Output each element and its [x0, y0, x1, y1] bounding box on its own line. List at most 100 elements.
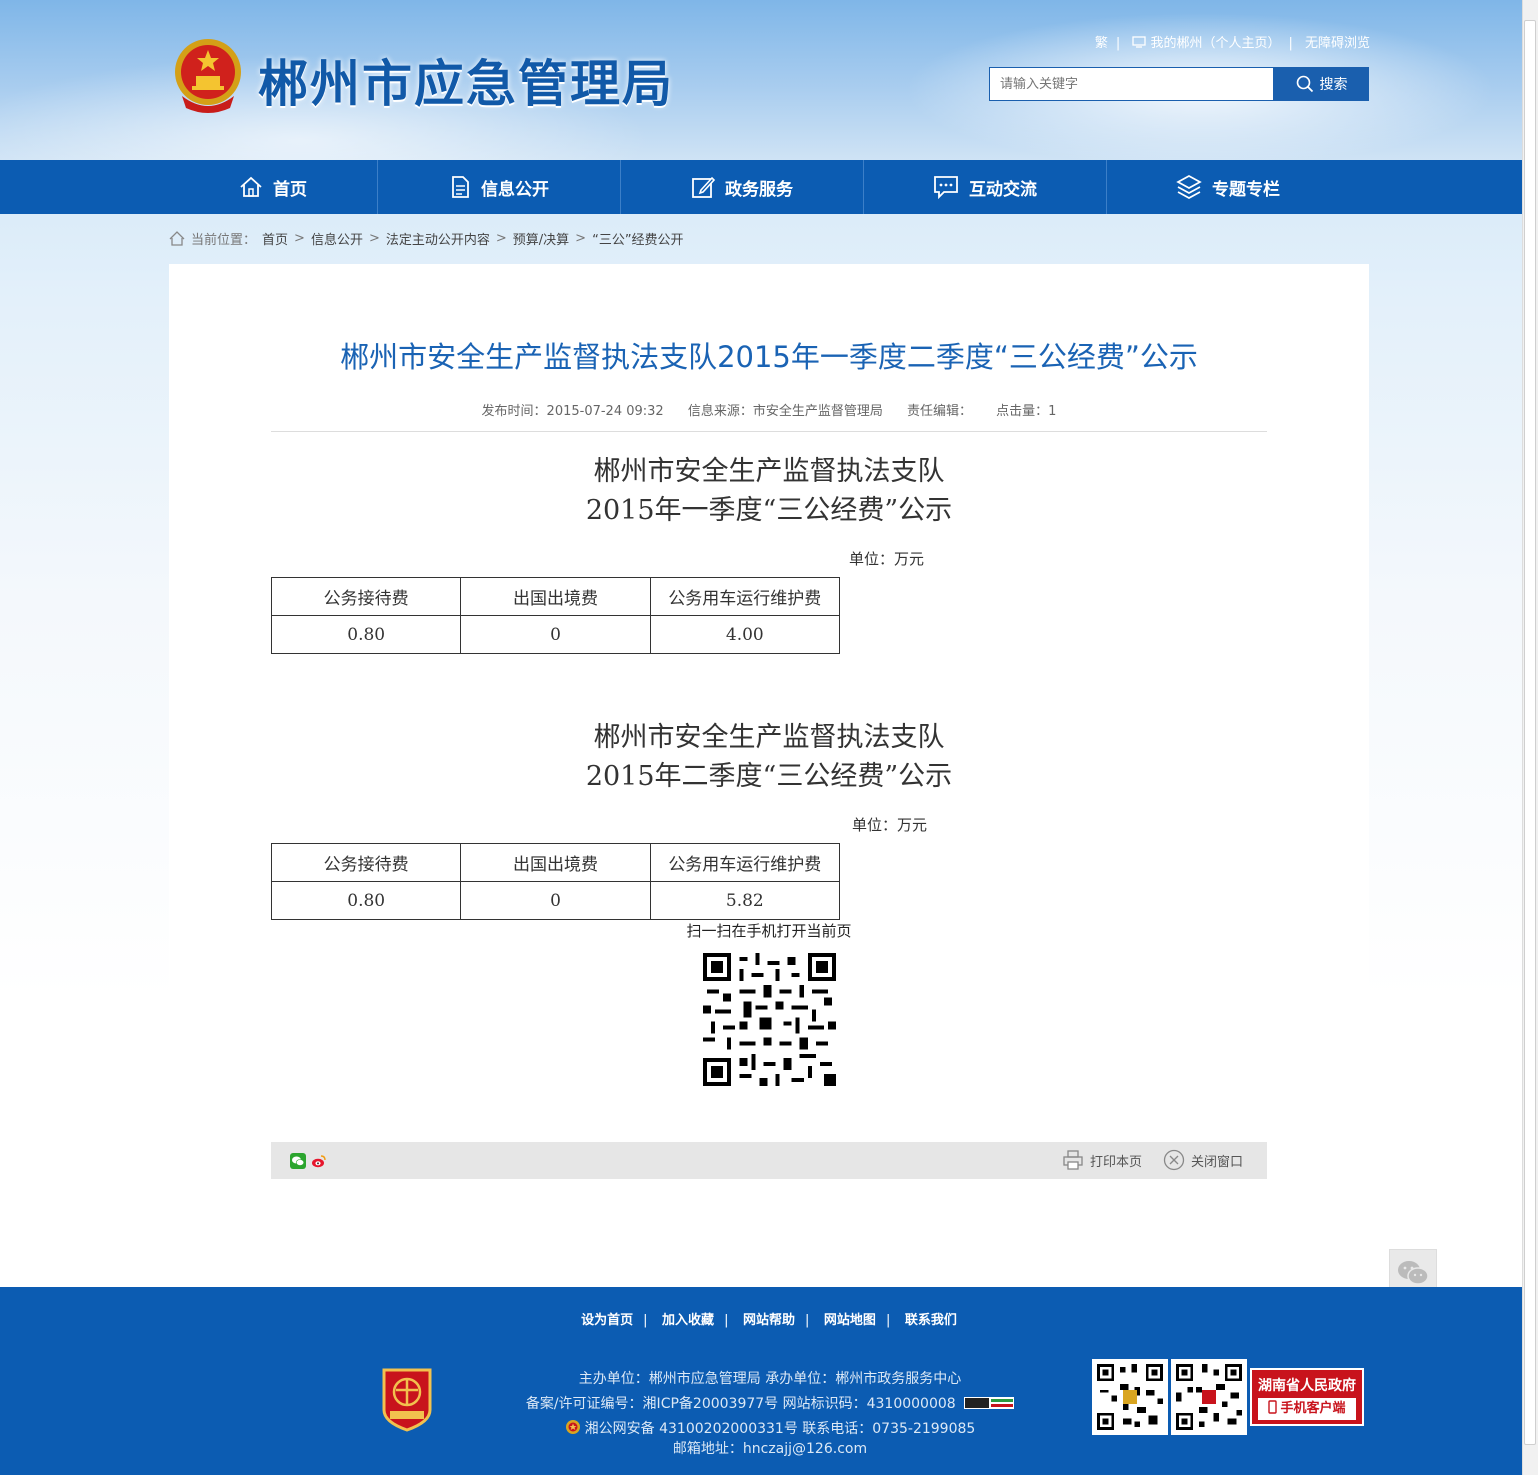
nav-info-disclosure[interactable]: 信息公开 — [378, 160, 620, 214]
publish-time: 发布时间：2015-07-24 09:32 — [481, 404, 664, 419]
section-title: 郴州市安全生产监督执法支队 2015年一季度“三公经费”公示 — [271, 452, 1267, 530]
breadcrumb-item[interactable]: 首页 — [262, 229, 288, 248]
qr-caption: 扫一扫在手机打开当前页 — [686, 922, 852, 940]
nav-home[interactable]: 首页 — [169, 160, 377, 214]
breadcrumb-item[interactable]: “三公”经费公开 — [592, 229, 683, 248]
table-header-cell: 公务用车运行维护费 — [649, 843, 841, 882]
police-badge-icon — [565, 1420, 580, 1434]
breadcrumb-prefix: 当前位置： — [191, 233, 257, 248]
nav-government-services[interactable]: 政务服务 — [621, 160, 863, 214]
fees-table: 公务接待费 出国出境费 公务用车运行维护费 0.80 0 5.82 — [270, 843, 841, 920]
top-links: 繁 | 我的郴州（个人主页） | 无障碍浏览 — [1094, 36, 1370, 51]
traditional-chinese-link[interactable]: 繁 — [1095, 36, 1108, 51]
section-title-line: 郴州市安全生产监督执法支队 — [593, 456, 945, 487]
unit-label: 单位：万元 — [852, 816, 928, 834]
info-source: 信息来源：市安全生产监督管理局 — [687, 404, 883, 419]
footer-qr-code-icon — [1092, 1359, 1168, 1435]
table-row: 0.80 0 4.00 — [270, 615, 841, 654]
breadcrumb-item[interactable]: 预算/决算 — [513, 229, 569, 248]
table-header-cell: 公务接待费 — [270, 577, 462, 616]
section-title: 郴州市安全生产监督执法支队 2015年二季度“三公经费”公示 — [271, 718, 1267, 796]
gov-app-title: 湖南省人民政府 — [1258, 1378, 1356, 1394]
divider — [271, 431, 1267, 432]
close-icon — [1163, 1149, 1185, 1171]
footer-email: 邮箱地址：hnczajj@126.com — [672, 1441, 868, 1457]
footer-link-sitemap[interactable]: 网站地图 — [824, 1313, 876, 1328]
close-window-button[interactable]: 关闭窗口 — [1163, 1149, 1243, 1171]
breadcrumb-separator: > — [294, 231, 305, 246]
print-label: 打印本页 — [1090, 1154, 1143, 1170]
home-icon — [169, 231, 185, 246]
nav-services-label: 政务服务 — [725, 179, 793, 200]
footer-link-help[interactable]: 网站帮助 — [743, 1313, 795, 1328]
mobile-phone-icon — [1268, 1400, 1278, 1414]
table-cell: 0 — [460, 881, 651, 920]
table-cell: 4.00 — [649, 615, 841, 654]
footer-icp-text: 备案/许可证编号：湘ICP备20003977号 网站标识码：4310000008 — [525, 1396, 956, 1412]
footer-link-set-homepage[interactable]: 设为首页 — [581, 1313, 633, 1328]
footer-police-text: 湘公网安备 43100202000331号 联系电话：0735-2199085 — [584, 1421, 976, 1437]
hit-count: 点击量：1 — [996, 404, 1057, 419]
footer-icp: 备案/许可证编号：湘ICP备20003977号 网站标识码：4310000008 — [480, 1393, 1060, 1413]
site-title[interactable]: 郴州市应急管理局 — [258, 44, 674, 116]
national-emblem-icon — [175, 39, 241, 113]
footer-police: 湘公网安备 43100202000331号 联系电话：0735-2199085 — [480, 1418, 1060, 1438]
article-meta: 发布时间：2015-07-24 09:32 信息来源：市安全生产监督管理局 责任… — [169, 400, 1369, 419]
table-header-cell: 出国出境费 — [460, 577, 651, 616]
footer-links: 设为首页 | 加入收藏 | 网站帮助 | 网站地图 | 联系我们 — [581, 1313, 957, 1328]
cnzz-badge-icon[interactable] — [964, 1397, 1015, 1409]
search-icon — [1296, 75, 1313, 93]
gov-app-subtitle: 手机客户端 — [1258, 1398, 1356, 1420]
unit-label: 单位：万元 — [849, 550, 925, 568]
fees-table: 公务接待费 出国出境费 公务用车运行维护费 0.80 0 4.00 — [270, 577, 841, 654]
breadcrumb-item[interactable]: 信息公开 — [311, 229, 363, 248]
scrollbar-thumb[interactable] — [1524, 20, 1536, 1445]
responsible-editor: 责任编辑： — [907, 404, 973, 419]
footer-link-contact[interactable]: 联系我们 — [905, 1313, 957, 1328]
my-chenzhou-link[interactable]: 我的郴州（个人主页） — [1150, 36, 1280, 51]
nav-interaction-label: 互动交流 — [969, 179, 1037, 200]
wechat-icon — [1398, 1261, 1429, 1285]
table-cell: 0 — [460, 615, 651, 654]
footer-sponsor: 主办单位：郴州市应急管理局 承办单位：郴州市政务服务中心 — [578, 1371, 962, 1387]
weibo-share-icon[interactable] — [311, 1153, 327, 1169]
home-icon — [240, 176, 262, 197]
footer-link-add-favorite[interactable]: 加入收藏 — [662, 1313, 714, 1328]
hunan-gov-app-badge[interactable]: 湖南省人民政府 手机客户端 — [1250, 1368, 1364, 1426]
edit-icon — [692, 176, 715, 198]
table-cell: 0.80 — [270, 615, 462, 654]
qr-code-icon — [703, 953, 836, 1086]
search-input[interactable] — [989, 67, 1274, 101]
breadcrumb-separator: > — [495, 231, 507, 246]
search-button[interactable]: 搜索 — [1274, 67, 1369, 101]
section-title-line: 郴州市安全生产监督执法支队 — [593, 722, 945, 753]
table-cell: 5.82 — [649, 881, 841, 920]
footer-qr-code-icon — [1171, 1359, 1247, 1435]
wechat-share-icon[interactable] — [290, 1153, 306, 1169]
chat-icon — [934, 176, 958, 199]
article-title: 郴州市安全生产监督执法支队2015年一季度二季度“三公经费”公示 — [340, 340, 1198, 374]
nav-home-label: 首页 — [273, 179, 307, 200]
accessible-browse-link[interactable]: 无障碍浏览 — [1305, 36, 1370, 51]
table-header-cell: 公务接待费 — [270, 843, 462, 882]
breadcrumb-item[interactable]: 法定主动公开内容 — [386, 229, 490, 248]
print-button[interactable]: 打印本页 — [1062, 1149, 1142, 1171]
breadcrumb-separator: > — [575, 231, 587, 246]
nav-interaction[interactable]: 互动交流 — [864, 160, 1106, 214]
monitor-icon — [1132, 36, 1147, 48]
layers-icon — [1176, 175, 1202, 199]
table-header-cell: 公务用车运行维护费 — [649, 577, 841, 616]
search-button-label: 搜索 — [1319, 77, 1348, 93]
close-label: 关闭窗口 — [1191, 1154, 1244, 1170]
nav-special-topics[interactable]: 专题专栏 — [1107, 160, 1349, 214]
nav-topics-label: 专题专栏 — [1212, 179, 1280, 200]
main-nav: 首页 信息公开 政务服务 互动交流 专题专栏 — [0, 160, 1522, 214]
table-header-row: 公务接待费 出国出境费 公务用车运行维护费 — [270, 577, 841, 616]
document-icon — [452, 176, 469, 198]
table-header-cell: 出国出境费 — [460, 843, 651, 882]
section-title-line: 2015年二季度“三公经费”公示 — [585, 761, 953, 792]
printer-icon — [1063, 1150, 1083, 1170]
gov-app-subtitle-text: 手机客户端 — [1280, 1401, 1346, 1416]
breadcrumb-separator: > — [368, 231, 380, 246]
party-government-badge-icon[interactable] — [380, 1366, 434, 1432]
